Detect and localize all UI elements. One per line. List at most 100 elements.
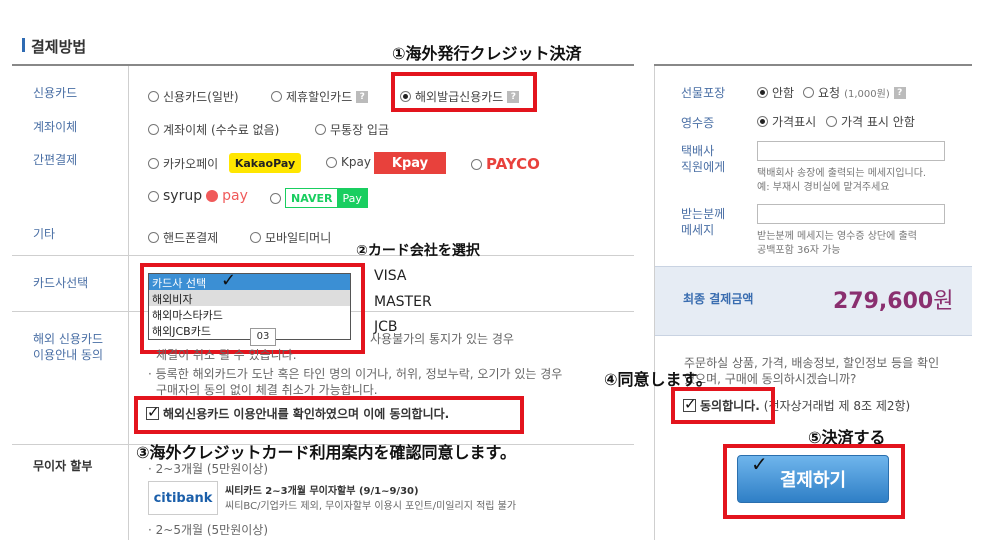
radio-syrup-pay[interactable]: syrup pay — [148, 188, 248, 204]
label-recipient-line1: 받는분께 — [681, 207, 726, 221]
total-amount-value: 279,600 — [833, 289, 934, 314]
radio-transfer-no-fee[interactable]: 계좌이체 (수수료 없음) — [148, 121, 279, 138]
radio-circle[interactable] — [270, 192, 281, 204]
radio-deposit[interactable]: 무통장 입금 — [315, 121, 389, 138]
notice-line1-tail: 사용불가의 통지가 있는 경우 — [370, 332, 514, 346]
annotation-select-card: ②カード会社を選択 — [356, 243, 480, 259]
radio-label: 카카오페이 — [163, 157, 219, 171]
radio-mobile-tmoney[interactable]: 모바일티머니 — [250, 229, 331, 246]
total-amount-box: 최종 결제금액 279,600원 — [655, 266, 972, 336]
payco-logo: PAYCO — [486, 155, 540, 173]
radio-label: 가격 표시 안함 — [841, 115, 915, 129]
radio-label: 요청 — [818, 86, 841, 100]
section-marker — [22, 38, 25, 52]
syrup-logo-text: syrup — [163, 188, 203, 204]
radio-circle[interactable] — [148, 91, 159, 102]
highlight-box-pay — [723, 444, 905, 519]
left-column-divider — [128, 66, 129, 540]
radio-circle[interactable] — [148, 232, 159, 243]
notice-line3: · 등록한 해외카드가 도난 혹은 타인 명의 이거나, 허위, 정보누락, 오… — [148, 367, 563, 381]
radio-label: 핸드폰결제 — [163, 231, 219, 245]
courier-note-line1: 택배회사 송장에 출력되는 메세지입니다. — [757, 168, 927, 179]
naver-pay-text: Pay — [337, 189, 367, 207]
radio-label: 무통장 입금 — [330, 123, 390, 137]
label-gift-wrap: 선물포장 — [681, 86, 726, 100]
row-divider-1 — [12, 255, 634, 256]
annotation-overseas-credit: ①海外発行クレジット決済 — [392, 44, 582, 63]
agree-law: (전자상거래법 제 8조 제2항) — [763, 399, 911, 413]
radio-circle[interactable] — [803, 87, 814, 98]
frame-top-line-right — [654, 64, 972, 66]
radio-receipt-hide[interactable]: 가격 표시 안함 — [826, 113, 915, 130]
radio-label: 신용카드(일반) — [163, 90, 239, 104]
radio-label: 모바일티머니 — [265, 231, 332, 245]
radio-naver-pay[interactable]: NAVER Pay — [270, 188, 368, 208]
radio-phone-pay[interactable]: 핸드폰결제 — [148, 229, 218, 246]
label-overseas-line2: 이용안내 동의 — [33, 348, 104, 362]
radio-circle[interactable] — [271, 91, 282, 102]
label-courier-line2: 직원에게 — [681, 160, 726, 174]
confirm-text-line1: 주문하실 상품, 가격, 배송정보, 할인정보 등을 확인 — [684, 356, 940, 370]
radio-circle[interactable] — [826, 116, 837, 127]
highlight-box-overseas-credit — [391, 72, 537, 112]
installment-desc: 씨티BC/기업카드 제외, 무이자할부 이용시 포인트/미일리지 적립 불가 — [225, 501, 517, 512]
total-amount-unit: 원 — [933, 289, 954, 314]
frame-top-line — [12, 64, 634, 66]
highlight-box-final-agree — [671, 387, 775, 424]
radio-kakaopay[interactable]: 카카오페이 — [148, 155, 218, 172]
gift-fee: (1,000원) — [844, 89, 890, 100]
label-overseas-line1: 해외 신용카드 — [33, 332, 104, 346]
radio-circle[interactable] — [757, 87, 768, 98]
citibank-logo-text: citibank — [153, 490, 213, 506]
total-amount: 279,600원 — [833, 283, 953, 315]
radio-label: 계좌이체 (수수료 없음) — [163, 123, 280, 137]
recipient-message-input[interactable] — [757, 204, 945, 224]
naver-logo-text: NAVER — [291, 192, 333, 205]
radio-circle[interactable] — [250, 232, 261, 243]
radio-credit-partner[interactable]: 제휴할인카드 ? — [271, 88, 369, 105]
syrup-pay-text: pay — [222, 188, 248, 204]
installment-line1: · 2~3개월 (5만원이상) — [148, 462, 269, 476]
installment-title: 씨티카드 2~3개월 무이자할부 (9/1~9/30) — [225, 486, 419, 497]
help-icon[interactable]: ? — [356, 90, 369, 103]
kpay-logo: Kpay — [374, 152, 446, 174]
installment-line2: · 2~5개월 (5만원이상) — [148, 523, 269, 537]
radio-circle[interactable] — [326, 156, 337, 168]
kakaopay-logo: KakaoPay — [229, 153, 301, 173]
radio-label: 가격표시 — [772, 115, 817, 129]
radio-circle[interactable] — [315, 124, 326, 135]
radio-gift-yes[interactable]: 요청 (1,000원) ? — [803, 84, 906, 101]
citibank-logo: citibank — [148, 481, 218, 515]
courier-note-line2: 예: 부재시 경비실에 맡겨주세요 — [757, 182, 890, 193]
label-bank-transfer: 계좌이체 — [33, 120, 78, 134]
label-credit-card: 신용카드 — [33, 86, 78, 100]
radio-circle[interactable] — [757, 116, 768, 127]
label-receipt: 영수증 — [681, 116, 715, 130]
radio-circle[interactable] — [471, 158, 482, 170]
radio-credit-general[interactable]: 신용카드(일반) — [148, 88, 239, 105]
help-icon[interactable]: ? — [893, 86, 906, 99]
brand-visa: VISA — [374, 268, 407, 284]
naver-pay-logo: NAVER Pay — [285, 188, 368, 208]
label-other: 기타 — [33, 227, 56, 241]
radio-circle[interactable] — [148, 124, 159, 135]
highlight-box-card-select — [140, 263, 365, 354]
recipient-note-line2: 공백포함 36자 가능 — [757, 245, 841, 256]
total-label: 최종 결제금액 — [683, 292, 754, 306]
radio-receipt-show[interactable]: 가격표시 — [757, 113, 816, 130]
label-installment: 무이자 할부 — [33, 459, 93, 473]
notice-line2: 체결이 취소 될 수 있습니다. — [156, 348, 297, 362]
recipient-note-line1: 받는분께 메세지는 영수증 상단에 출력 — [757, 231, 917, 242]
radio-gift-no[interactable]: 안함 — [757, 84, 794, 101]
kpay-logo-text: Kpay — [391, 155, 429, 171]
radio-circle[interactable] — [148, 158, 159, 169]
radio-label: Kpay — [341, 155, 371, 169]
courier-message-input[interactable] — [757, 141, 945, 161]
highlight-box-overseas-agree — [134, 396, 524, 434]
radio-payco[interactable]: PAYCO — [471, 155, 540, 173]
radio-circle[interactable] — [148, 190, 159, 202]
radio-kpay[interactable]: Kpay — [326, 155, 371, 169]
label-card-select: 카드사선택 — [33, 276, 89, 290]
radio-label: 제휴할인카드 — [286, 90, 353, 104]
label-simple-pay: 간편결제 — [33, 153, 78, 167]
